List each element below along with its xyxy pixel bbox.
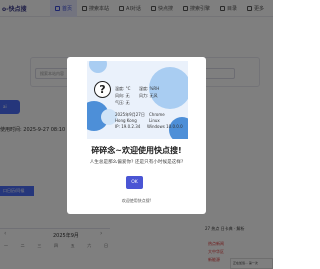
ip-label: IP: 19.0.2.34	[115, 124, 141, 129]
weather-info-card: ? 温度: °C 湿度: %RH 风向: 无 风力: 无风 气压: 无 2025…	[87, 61, 188, 139]
dialog-footer-text: 欢迎使用快点搜!	[121, 198, 152, 203]
decorative-circle	[89, 61, 107, 73]
weather-pressure: 气压: 无	[115, 100, 130, 105]
location-label: Hong Kong	[115, 118, 137, 123]
welcome-dialog: ? 温度: °C 湿度: %RH 风向: 无 风力: 无风 气压: 无 2025…	[67, 57, 206, 214]
current-date: 2025年9月27日	[115, 112, 145, 117]
browser-label: Chrome	[149, 112, 165, 117]
weather-temperature: 温度: °C	[115, 86, 131, 91]
ok-button[interactable]: OK	[126, 176, 143, 189]
os-version-label: Windows 10.0.0.0	[147, 124, 183, 129]
dialog-subtitle: 人生总是那么偏爱你? 还是只有小时候是这样?	[89, 160, 184, 165]
weather-wind-power: 风力: 无风	[139, 93, 158, 98]
dialog-title: 碎碎念~欢迎使用快点搜!	[91, 146, 182, 155]
system-label: Linux	[149, 118, 160, 123]
weather-humidity: 湿度: %RH	[139, 86, 160, 91]
question-mark-icon: ?	[94, 81, 111, 98]
weather-wind-direction: 风向: 无	[115, 93, 130, 98]
